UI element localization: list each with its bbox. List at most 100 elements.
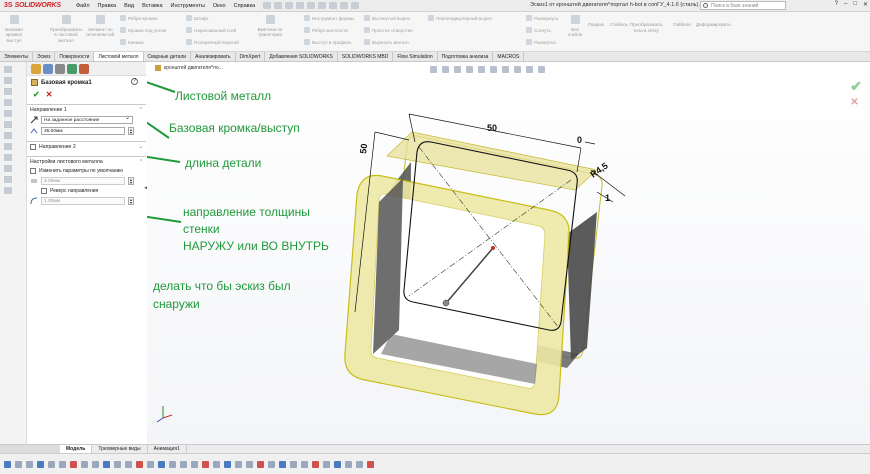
tab-model[interactable]: Модель <box>60 445 93 453</box>
dim-offset[interactable]: 0 <box>577 135 582 145</box>
help-button[interactable]: ? <box>835 1 838 8</box>
expand-icon[interactable]: ⌄ <box>139 144 143 150</box>
arc-icon[interactable] <box>59 460 66 468</box>
file-properties-icon[interactable] <box>340 2 349 9</box>
fix-icon[interactable] <box>301 460 308 468</box>
menu-tools[interactable]: Инструменты <box>171 3 205 9</box>
tab-3d-views[interactable]: Трехмерные виды <box>92 445 148 453</box>
menu-edit[interactable]: Правка <box>98 3 117 9</box>
tab-sheet-metal[interactable]: Листовой металл <box>94 52 144 61</box>
rectangular-tube-part[interactable]: 50 50 0 R4,5 1 <box>344 113 626 416</box>
extend-icon[interactable] <box>235 460 242 468</box>
equal-icon[interactable] <box>356 460 363 468</box>
undo-icon[interactable] <box>307 2 316 9</box>
minimize-button[interactable]: – <box>844 1 847 8</box>
move-icon[interactable] <box>246 460 253 468</box>
mirror-icon[interactable] <box>92 460 99 468</box>
tree-item-icon[interactable] <box>4 77 12 84</box>
tab-evaluate[interactable]: Анализировать <box>191 52 236 61</box>
dim-height[interactable]: 50 <box>358 143 369 154</box>
cmd-miter-flange[interactable]: Кромка под углом <box>120 27 166 33</box>
cmd-vent[interactable]: Вырезать вентил. <box>364 39 410 45</box>
fillet-icon[interactable] <box>125 460 132 468</box>
open-icon[interactable] <box>274 2 283 9</box>
text-icon[interactable] <box>202 460 209 468</box>
cmd-forming-tool[interactable]: Инструмент формы <box>304 15 354 21</box>
gusset-2-button[interactable]: Гайбели <box>672 22 692 28</box>
cmd-hem[interactable]: Каемка <box>120 39 144 45</box>
point-icon[interactable] <box>180 460 187 468</box>
tree-item-icon[interactable] <box>4 176 12 183</box>
tree-item-icon[interactable] <box>4 110 12 117</box>
tree-item-icon[interactable] <box>4 132 12 139</box>
thickness-input[interactable]: 3.00мм <box>41 177 125 185</box>
save-icon[interactable] <box>285 2 294 9</box>
cmd-tab[interactable]: Штифт <box>186 15 209 21</box>
tangent-icon[interactable] <box>345 460 352 468</box>
parallel-icon[interactable] <box>367 460 374 468</box>
tab-slot-button[interactable]: Стебель <box>610 22 628 28</box>
bend-radius-spinner[interactable]: ▴ ▾ <box>128 197 134 205</box>
plane-icon[interactable] <box>213 460 220 468</box>
tab-weldments[interactable]: Сварные детали <box>144 52 192 61</box>
property-manager-tab-icon[interactable] <box>43 64 53 74</box>
print-icon[interactable] <box>296 2 305 9</box>
line-icon[interactable] <box>26 460 33 468</box>
lofted-bend-button[interactable]: Элемент по сечениям-гиб <box>84 15 116 38</box>
cmd-fold[interactable]: Согнуть <box>526 27 551 33</box>
rotate-icon[interactable] <box>257 460 264 468</box>
tab-surfaces[interactable]: Поверхности <box>55 52 95 61</box>
app-logo[interactable]: 3S SOLIDWORKS <box>0 2 76 9</box>
end-condition-select[interactable]: На заданное расстояние <box>41 115 133 124</box>
options-gear-icon[interactable] <box>351 2 360 9</box>
cmd-normal-cut[interactable]: Перпендикулярный вырез <box>428 15 492 21</box>
tab-sketch[interactable]: Эскиз <box>33 52 56 61</box>
menu-help[interactable]: Справка <box>234 3 256 9</box>
cmd-simple-hole[interactable]: Простое отверстие <box>364 27 413 33</box>
convert-entities-icon[interactable] <box>224 460 231 468</box>
vertical-icon[interactable] <box>323 460 330 468</box>
tab-flow-simulation[interactable]: Flow Simulation <box>393 52 438 61</box>
depth-spinner[interactable]: ▴ ▾ <box>128 127 134 135</box>
reverse-direction-checkbox[interactable] <box>41 188 47 194</box>
tree-item-icon[interactable] <box>4 187 12 194</box>
tab-mbd[interactable]: SOLIDWORKS MBD <box>338 52 394 61</box>
tree-item-icon[interactable] <box>4 154 12 161</box>
maximize-button[interactable]: □ <box>853 1 857 8</box>
graphics-area[interactable]: кронштей двигателя^по... ✔ ✕ 50 50 0 R4,… <box>147 62 870 444</box>
direction2-checkbox[interactable] <box>30 144 36 150</box>
dim-thickness[interactable]: 1 <box>605 193 610 203</box>
help-icon[interactable]: ? <box>131 78 138 85</box>
cancel-button[interactable]: ✕ <box>46 90 53 99</box>
horizontal-icon[interactable] <box>312 460 319 468</box>
smart-dimension-icon[interactable] <box>15 460 22 468</box>
dimxpert-tab-icon[interactable] <box>67 64 77 74</box>
stretch-icon[interactable] <box>290 460 297 468</box>
direction1-header[interactable]: Направление 1 ⌃ <box>30 107 143 113</box>
override-defaults-checkbox[interactable] <box>30 168 36 174</box>
no-bends-button[interactable]: Без сгибов <box>566 15 584 38</box>
select-icon[interactable] <box>318 2 327 9</box>
cmd-gusset[interactable]: Ребро жесткости <box>304 27 348 33</box>
tree-item-icon[interactable] <box>4 143 12 150</box>
copy-icon[interactable] <box>279 460 286 468</box>
cmd-flatten[interactable]: Развертка <box>526 39 556 45</box>
display-manager-tab-icon[interactable] <box>79 64 89 74</box>
offset-icon[interactable] <box>81 460 88 468</box>
direction2-header[interactable]: Направление 2 ⌄ <box>30 144 143 150</box>
menu-view[interactable]: Вид <box>124 3 134 9</box>
cmd-extruded-cut[interactable]: Вытянутый вырез <box>364 15 410 21</box>
slot-icon[interactable] <box>158 460 165 468</box>
configuration-tab-icon[interactable] <box>55 64 65 74</box>
dim-width[interactable]: 50 <box>487 123 497 133</box>
collapse-icon[interactable]: ⌃ <box>139 107 143 113</box>
tree-item-icon[interactable] <box>4 165 12 172</box>
tab-animation[interactable]: Анимация1 <box>148 445 187 453</box>
cmd-sketched-bend[interactable]: Нарисованный сгиб <box>186 27 236 33</box>
depth-input[interactable]: 35.00мм <box>41 127 125 135</box>
tree-item-icon[interactable] <box>4 66 12 73</box>
centerline-icon[interactable] <box>191 460 198 468</box>
tree-item-icon[interactable] <box>4 99 12 106</box>
ok-button[interactable]: ✔ <box>33 90 40 99</box>
sheet-metal-header[interactable]: Настройки листового металла ⌃ <box>30 159 143 165</box>
